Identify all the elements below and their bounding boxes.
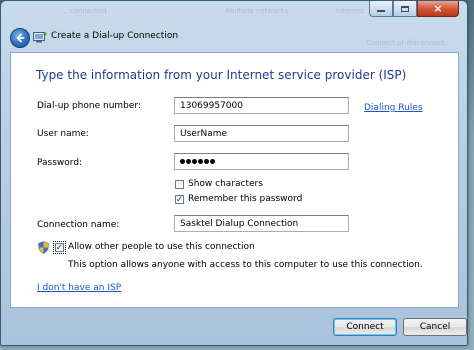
phone-number-label: Dial-up phone number: (37, 101, 141, 111)
close-button[interactable]: × (417, 1, 459, 17)
background-ghost-text: Multiple networks (226, 7, 289, 15)
back-button[interactable] (10, 28, 30, 48)
remember-password-checkbox[interactable]: ✓ (175, 195, 184, 204)
dialing-rules-link[interactable]: Dialing Rules (364, 103, 423, 113)
password-dot (186, 159, 191, 164)
password-input[interactable] (174, 153, 349, 170)
show-characters-label[interactable]: Show characters (188, 179, 263, 189)
dialup-connection-icon (33, 32, 47, 43)
background-ghost-text: ... connected (61, 7, 107, 15)
window-controls: × (369, 1, 459, 17)
background-ghost-link: Connect or disconnect (366, 39, 445, 47)
checkmark-icon: ✓ (175, 194, 184, 205)
connection-name-label: Connection name: (37, 220, 120, 230)
connect-button[interactable]: Connect (333, 318, 397, 336)
password-dot (210, 159, 215, 164)
background-ghost-text: Internet (336, 7, 364, 15)
uac-shield-icon (38, 241, 49, 254)
password-dot (204, 159, 209, 164)
connection-name-input[interactable]: Sasktel Dialup Connection (174, 215, 349, 232)
allow-others-checkbox[interactable]: ✓ (53, 241, 66, 254)
dialup-wizard-window: ... connected Multiple networks Internet… (0, 0, 468, 346)
cancel-button[interactable]: Cancel (403, 318, 467, 336)
password-dot (192, 159, 197, 164)
minimize-icon (377, 10, 385, 12)
password-mask (180, 157, 216, 167)
show-characters-checkbox[interactable] (175, 180, 184, 189)
maximize-icon (401, 5, 409, 12)
no-isp-link[interactable]: I don't have an ISP (37, 283, 121, 293)
page-heading: Type the information from your Internet … (36, 68, 407, 82)
remember-password-label[interactable]: Remember this password (188, 194, 302, 204)
minimize-button[interactable] (369, 1, 393, 17)
window-title: Create a Dial-up Connection (51, 31, 179, 41)
back-arrow-icon (16, 33, 25, 43)
password-dot (180, 159, 185, 164)
allow-others-label[interactable]: Allow other people to use this connectio… (68, 242, 255, 252)
wizard-content-panel: Type the information from your Internet … (10, 52, 459, 308)
username-input[interactable]: UserName (174, 125, 349, 142)
checkmark-icon: ✓ (55, 242, 64, 253)
allow-others-description: This option allows anyone with access to… (68, 260, 423, 270)
password-dot (198, 159, 203, 164)
phone-number-input[interactable]: 13069957000 (174, 97, 349, 114)
close-icon: × (433, 2, 443, 15)
maximize-button[interactable] (393, 1, 417, 17)
username-label: User name: (37, 129, 89, 139)
password-label: Password: (37, 158, 83, 168)
